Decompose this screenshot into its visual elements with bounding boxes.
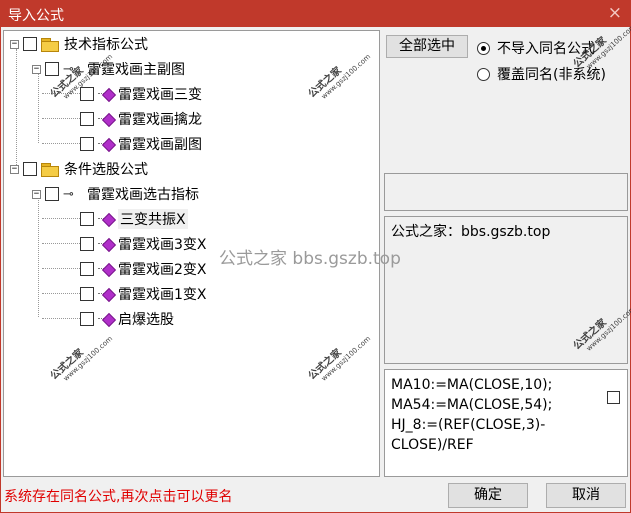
formula-item-icon (98, 287, 114, 301)
subgroup-checkbox[interactable] (45, 62, 59, 76)
key-icon: ⊸ (63, 186, 74, 202)
watermark: 公式之家 www.gszj100.com (306, 334, 373, 383)
formula-item-icon (98, 212, 114, 226)
leaf-checkbox[interactable] (80, 237, 94, 251)
preview-checkbox[interactable] (607, 391, 620, 404)
info-text: 公式之家：bbs.gszb.top (391, 224, 551, 240)
formula-item-icon (98, 237, 114, 251)
leaf-label-selected[interactable]: 三变共振X (118, 209, 188, 229)
formula-text: MA10:=MA(CLOSE,10); MA54:=MA(CLOSE,54); … (391, 377, 553, 453)
collapse-toggle[interactable]: − (10, 164, 19, 174)
formula-item-icon (98, 262, 114, 276)
folder-icon (41, 162, 59, 177)
formula-item-icon (98, 112, 114, 126)
import-formula-dialog: 导入公式 × − 技术指标公式 − ⊸ 雷霆戏画主副图 雷霆戏画三变 雷霆戏画擒… (0, 0, 631, 513)
collapse-toggle[interactable]: − (32, 64, 41, 74)
leaf-label[interactable]: 雷霆戏画1变X (118, 284, 207, 304)
tree-leaf-row[interactable]: 雷霆戏画副图 (80, 133, 202, 155)
formula-item-icon (98, 312, 114, 326)
name-field[interactable] (384, 173, 628, 211)
leaf-checkbox[interactable] (80, 262, 94, 276)
group-checkbox[interactable] (23, 162, 37, 176)
radio-button[interactable] (477, 41, 490, 55)
group-label[interactable]: 条件选股公式 (64, 159, 148, 179)
formula-preview: MA10:=MA(CLOSE,10); MA54:=MA(CLOSE,54); … (384, 369, 628, 477)
watermark: 公式之家 www.gszj100.com (306, 52, 373, 101)
leaf-checkbox[interactable] (80, 87, 94, 101)
group-checkbox[interactable] (23, 37, 37, 51)
ok-button[interactable]: 确定 (448, 483, 528, 508)
select-all-button[interactable]: 全部选中 (386, 35, 468, 58)
leaf-checkbox[interactable] (80, 112, 94, 126)
window-title: 导入公式 (8, 8, 64, 24)
leaf-checkbox[interactable] (80, 312, 94, 326)
tree-leaf-row[interactable]: 三变共振X (80, 208, 188, 230)
collapse-toggle[interactable]: − (32, 189, 41, 199)
title-bar: 导入公式 × (1, 1, 630, 27)
leaf-label[interactable]: 雷霆戏画三变 (118, 84, 202, 104)
leaf-label[interactable]: 雷霆戏画副图 (118, 134, 202, 154)
tree-leaf-row[interactable]: 雷霆戏画三变 (80, 83, 202, 105)
tree-leaf-row[interactable]: 雷霆戏画3变X (80, 233, 207, 255)
tree-leaf-row[interactable]: 雷霆戏画1变X (80, 283, 207, 305)
tree-subgroup-row[interactable]: − ⊸ 雷霆戏画选古指标 (32, 183, 199, 205)
subgroup-label[interactable]: 雷霆戏画选古指标 (87, 184, 199, 204)
tree-leaf-row[interactable]: 雷霆戏画擒龙 (80, 108, 202, 130)
subgroup-checkbox[interactable] (45, 187, 59, 201)
leaf-label[interactable]: 雷霆戏画擒龙 (118, 109, 202, 129)
radio-button[interactable] (477, 67, 490, 81)
tree-group-row[interactable]: − 条件选股公式 (10, 158, 148, 180)
leaf-checkbox[interactable] (80, 137, 94, 151)
folder-icon (41, 37, 59, 52)
watermark: 公式之家 www.gszj100.com (48, 334, 115, 383)
leaf-label[interactable]: 雷霆戏画2变X (118, 259, 207, 279)
tree-leaf-row[interactable]: 雷霆戏画2变X (80, 258, 207, 280)
leaf-checkbox[interactable] (80, 212, 94, 226)
formula-item-icon (98, 137, 114, 151)
leaf-label[interactable]: 启爆选股 (118, 309, 174, 329)
collapse-toggle[interactable]: − (10, 39, 19, 49)
leaf-checkbox[interactable] (80, 287, 94, 301)
leaf-label[interactable]: 雷霆戏画3变X (118, 234, 207, 254)
tree-group-row[interactable]: − 技术指标公式 (10, 33, 148, 55)
status-message: 系统存在同名公式,再次点击可以更名 (4, 489, 233, 505)
formula-item-icon (98, 87, 114, 101)
cancel-button[interactable]: 取消 (546, 483, 626, 508)
center-watermark: 公式之家 bbs.gszb.top (219, 249, 401, 269)
